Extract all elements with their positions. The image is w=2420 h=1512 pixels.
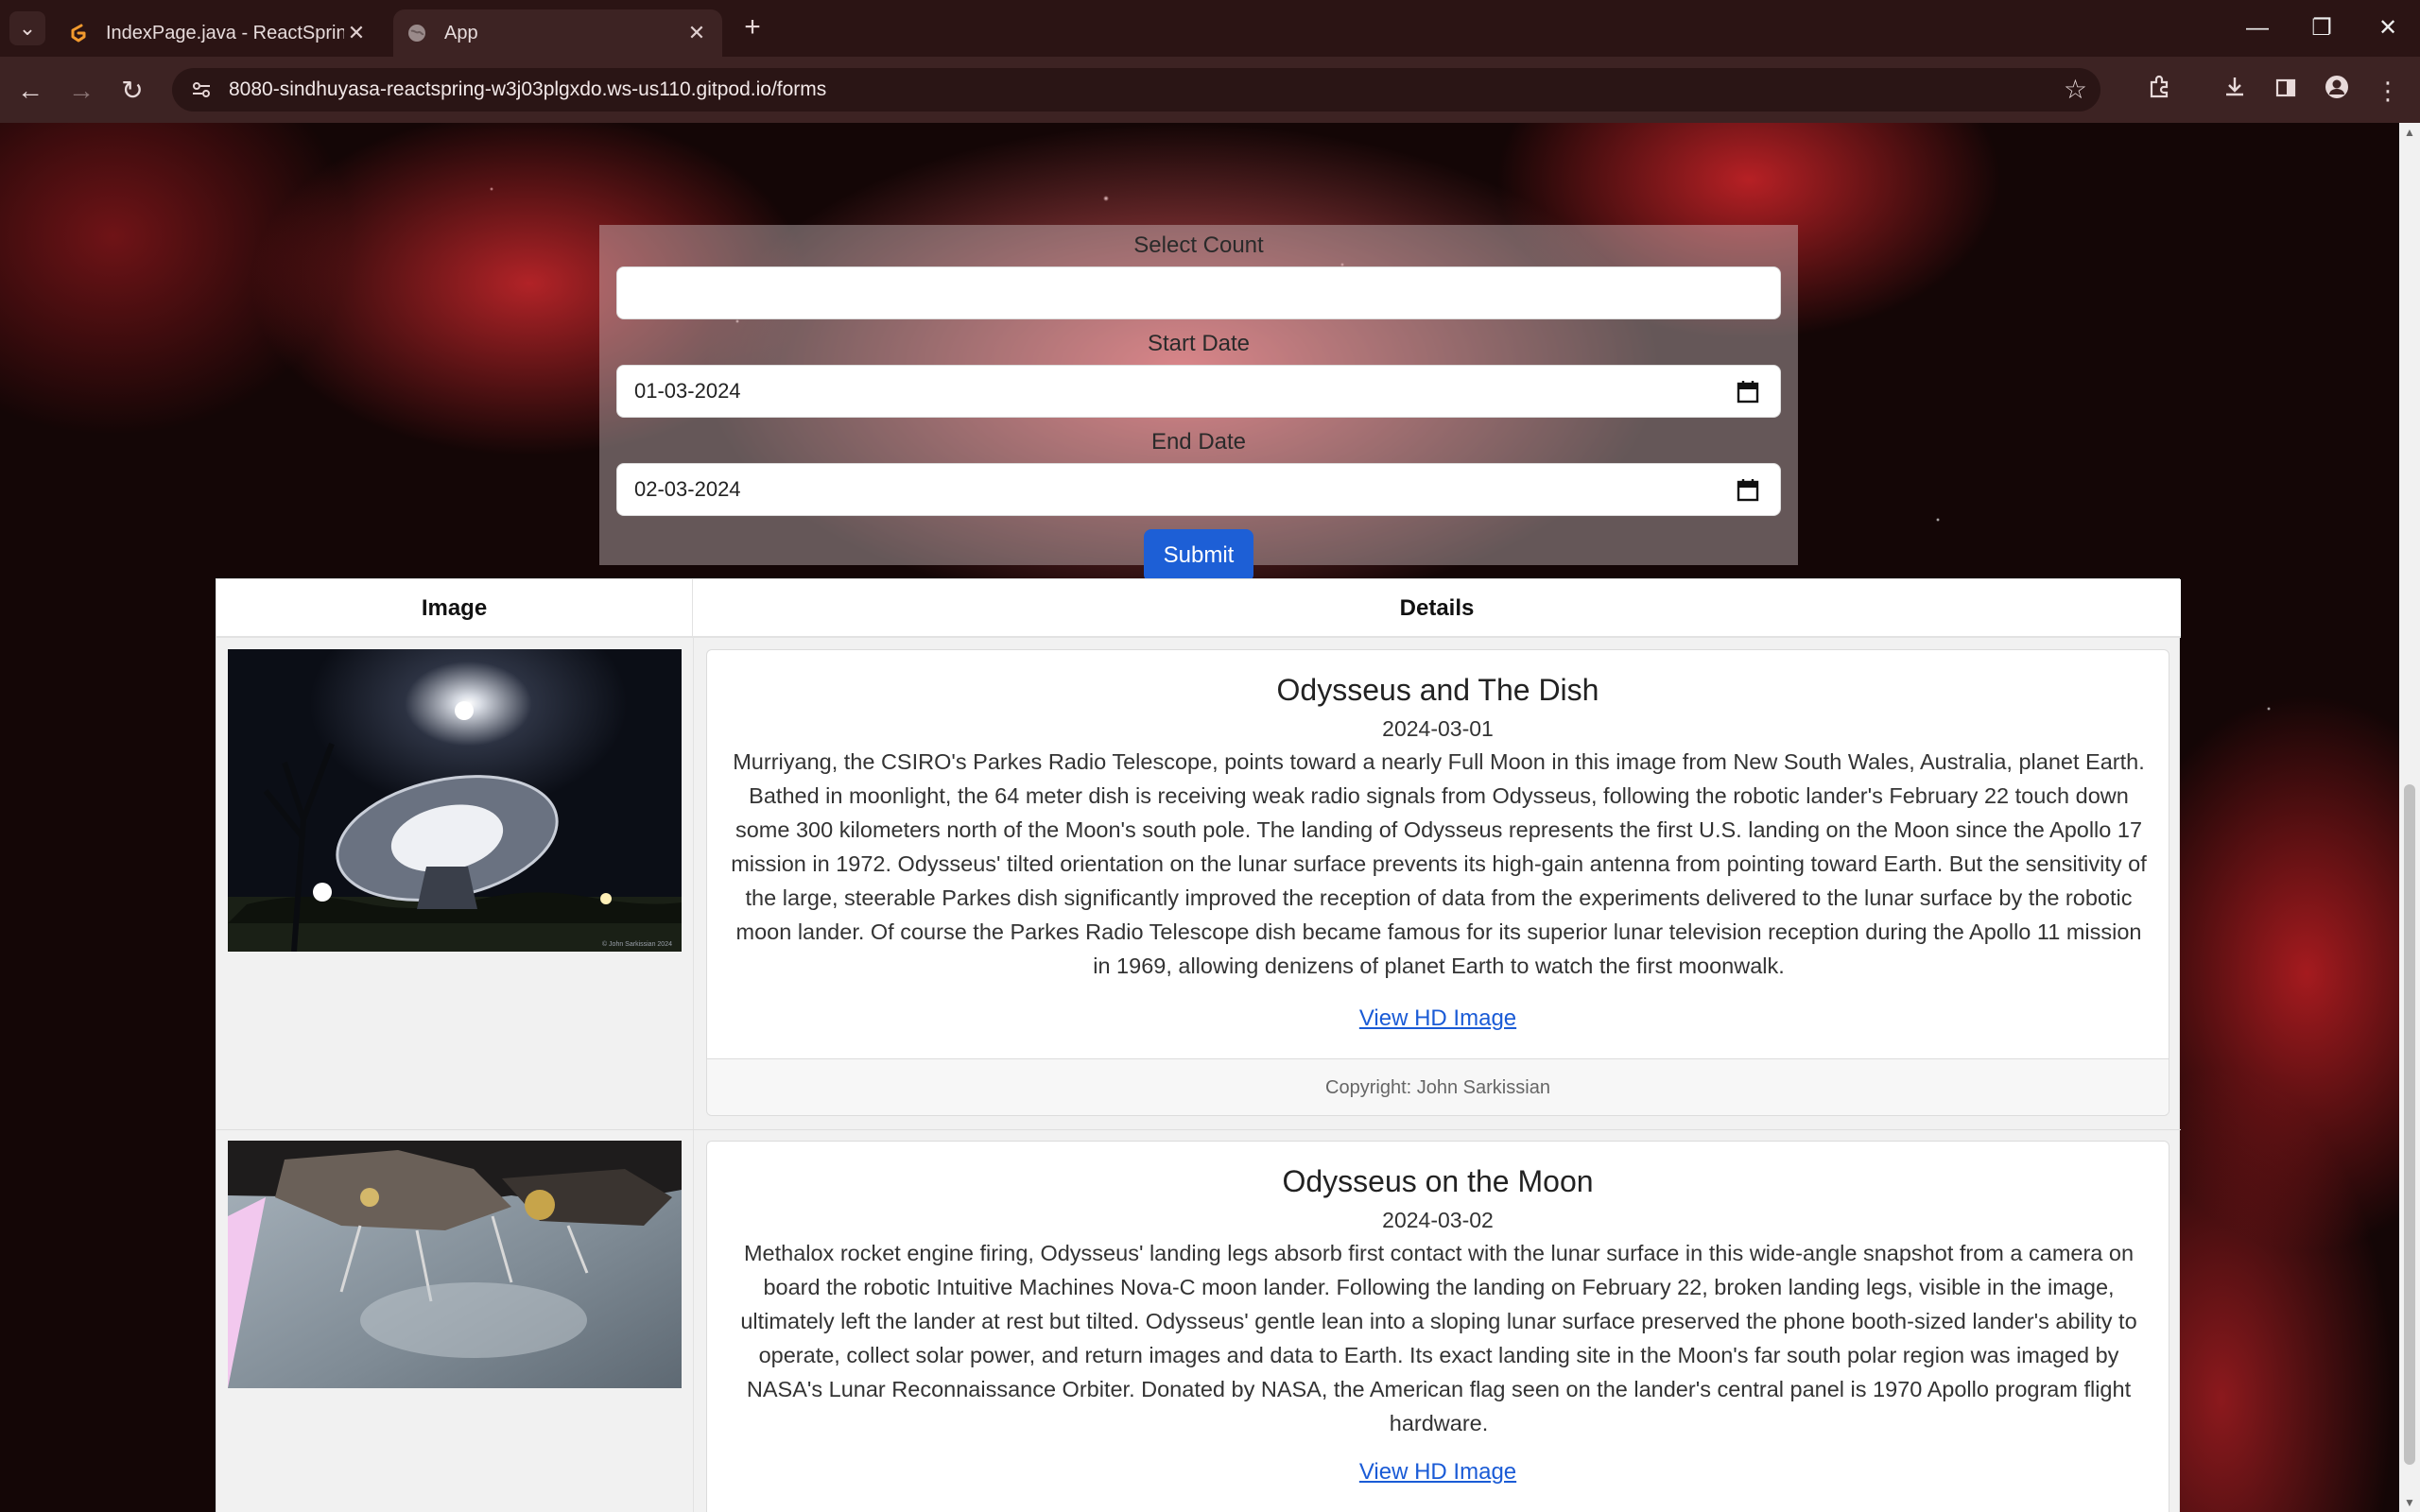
side-panel-icon[interactable] — [2267, 72, 2305, 110]
card-explanation: Murriyang, the CSIRO's Parkes Radio Tele… — [731, 749, 2147, 978]
end-date-label: End Date — [1150, 429, 1247, 455]
table-header: Image Details — [216, 579, 2181, 638]
page-scrollbar[interactable]: ▲ ▼ — [2399, 123, 2420, 1512]
site-info-icon[interactable] — [187, 76, 216, 104]
restore-window-icon[interactable]: ❐ — [2303, 11, 2341, 45]
back-icon[interactable]: ← — [11, 72, 49, 110]
apod-results-table: Image Details © John Sarkissian 2024 Ody… — [216, 578, 2181, 1512]
globe-icon — [406, 23, 427, 43]
parkes-telescope-image[interactable]: © John Sarkissian 2024 — [228, 649, 682, 952]
browser-tab-app[interactable]: App ✕ — [393, 9, 722, 57]
tab-title: IndexPage.java - ReactSpring - G — [106, 22, 344, 43]
bookmark-star-icon[interactable]: ☆ — [2064, 74, 2087, 105]
count-label: Select Count — [1133, 232, 1264, 258]
card-explanation: Methalox rocket engine firing, Odysseus'… — [740, 1241, 2137, 1435]
card-copyright: Copyright: John Sarkissian — [707, 1058, 2169, 1115]
view-hd-image-link[interactable]: View HD Image — [1359, 1459, 1516, 1485]
address-bar[interactable]: 8080-sindhuyasa-reactspring-w3j03plgxdo.… — [172, 68, 2100, 112]
scroll-down-arrow-icon[interactable]: ▼ — [2399, 1493, 2420, 1512]
start-date-input[interactable]: 01-03-2024 — [616, 365, 1781, 418]
menu-icon[interactable]: ⋮ — [2369, 72, 2407, 110]
details-column-header: Details — [1399, 595, 1475, 621]
browser-tab-strip: ⌄ IndexPage.java - ReactSpring - G ✕ App… — [0, 0, 2420, 57]
card-date: 2024-03-02 — [1382, 1208, 1494, 1232]
card-title: Odysseus on the Moon — [1282, 1164, 1594, 1198]
card-title: Odysseus and The Dish — [1276, 673, 1599, 707]
count-input[interactable] — [616, 266, 1781, 319]
end-date-input[interactable]: 02-03-2024 — [616, 463, 1781, 516]
minimize-window-icon[interactable]: — — [2238, 11, 2276, 45]
reload-icon[interactable]: ↻ — [113, 72, 151, 110]
calendar-icon[interactable] — [1737, 477, 1759, 502]
image-watermark: © John Sarkissian 2024 — [602, 940, 672, 948]
browser-toolbar: ← → ↻ 8080-sindhuyasa-reactspring-w3j03p… — [0, 57, 2420, 123]
profile-icon[interactable] — [2318, 72, 2356, 110]
card-date: 2024-03-01 — [1382, 716, 1494, 741]
close-tab-icon[interactable]: ✕ — [684, 21, 709, 45]
start-date-label: Start Date — [1147, 331, 1251, 356]
image-column-header: Image — [216, 579, 693, 638]
apod-detail-card: Odysseus and The Dish 2024-03-01 Murriya… — [706, 649, 2169, 1116]
tab-title: App — [444, 22, 478, 43]
forward-icon[interactable]: → — [62, 72, 100, 110]
apod-detail-card: Odysseus on the Moon 2024-03-02 Methalox… — [706, 1141, 2169, 1512]
scroll-up-arrow-icon[interactable]: ▲ — [2399, 123, 2420, 142]
row-divider — [216, 1129, 2181, 1130]
apod-query-form: Select Count Start Date 01-03-2024 End D… — [599, 225, 1798, 582]
download-icon[interactable] — [2216, 72, 2254, 110]
tab-search-chevron-down-icon[interactable]: ⌄ — [9, 11, 45, 45]
odysseus-lander-image[interactable] — [228, 1141, 682, 1388]
close-tab-icon[interactable]: ✕ — [344, 21, 369, 45]
browser-tab-indexpage[interactable]: IndexPage.java - ReactSpring - G ✕ — [55, 9, 382, 57]
calendar-icon[interactable] — [1737, 379, 1759, 404]
end-date-value: 02-03-2024 — [634, 477, 741, 501]
start-date-value: 01-03-2024 — [634, 379, 741, 403]
column-divider — [693, 638, 694, 1512]
page-viewport: Select Count Start Date 01-03-2024 End D… — [0, 123, 2399, 1512]
new-tab-plus-icon[interactable]: + — [737, 13, 768, 43]
close-window-icon[interactable]: ✕ — [2369, 11, 2407, 45]
gitpod-icon — [68, 23, 89, 43]
submit-button[interactable]: Submit — [1144, 529, 1253, 582]
scrollbar-thumb[interactable] — [2404, 784, 2415, 1465]
extensions-icon[interactable] — [2140, 72, 2178, 110]
view-hd-image-link[interactable]: View HD Image — [1359, 1005, 1516, 1031]
url-text: 8080-sindhuyasa-reactspring-w3j03plgxdo.… — [229, 78, 827, 100]
